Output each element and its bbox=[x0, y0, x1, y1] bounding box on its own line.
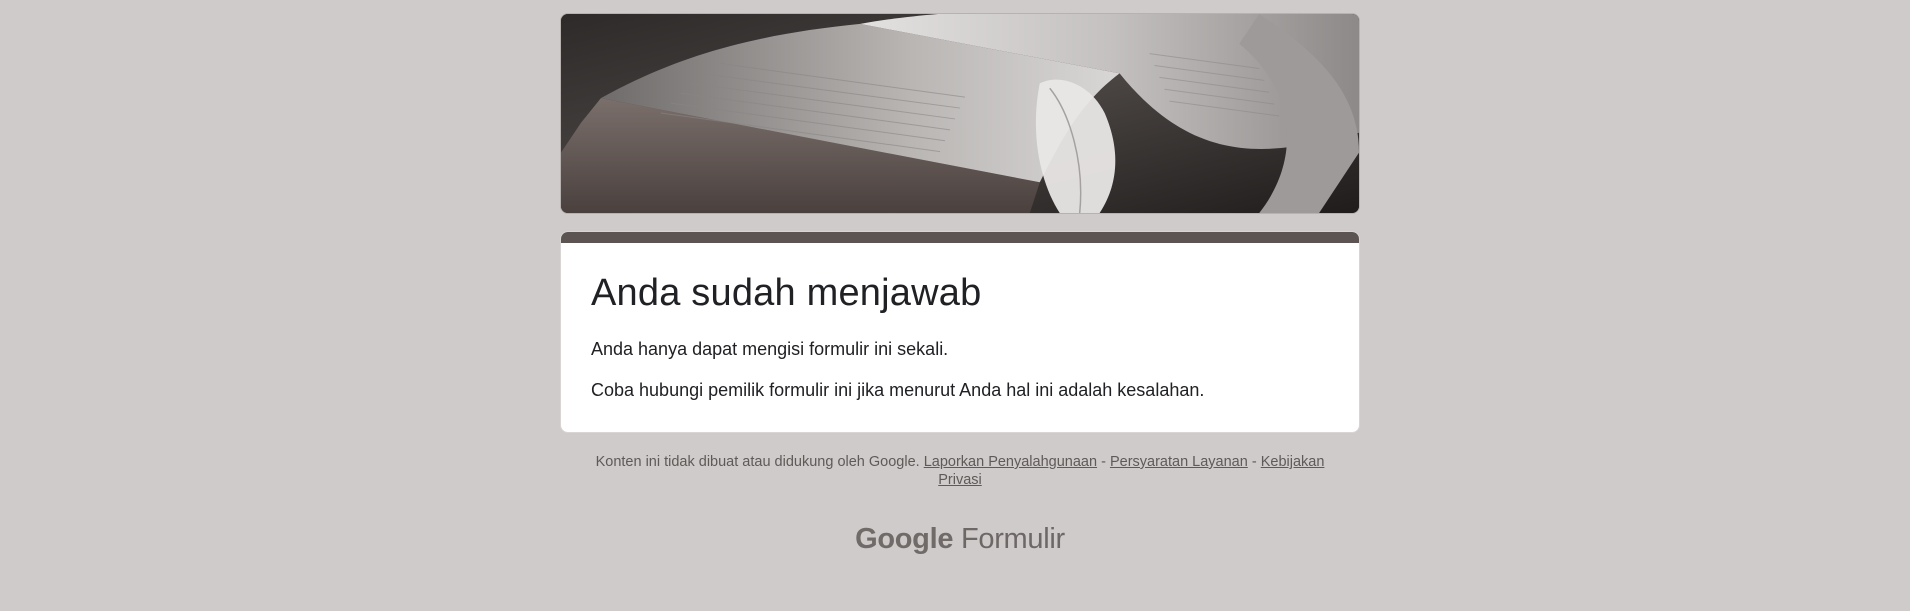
product-name: Formulir bbox=[960, 523, 1065, 555]
header-image bbox=[560, 13, 1360, 214]
card-accent-bar bbox=[561, 232, 1359, 243]
report-abuse-link[interactable]: Laporkan Penyalahgunaan bbox=[924, 454, 1097, 470]
card-body: Anda sudah menjawab Anda hanya dapat men… bbox=[561, 243, 1359, 432]
form-container: Anda sudah menjawab Anda hanya dapat men… bbox=[560, 13, 1360, 556]
footer-separator: - bbox=[1101, 454, 1106, 470]
google-forms-logo[interactable]: Google Formulir bbox=[560, 522, 1360, 556]
confirmation-card: Anda sudah menjawab Anda hanya dapat men… bbox=[560, 231, 1360, 433]
message-once: Anda hanya dapat mengisi formulir ini se… bbox=[591, 339, 949, 359]
footer: Konten ini tidak dibuat atau didukung ol… bbox=[560, 453, 1360, 489]
footer-disclaimer: Konten ini tidak dibuat atau didukung ol… bbox=[595, 454, 920, 470]
page-title: Anda sudah menjawab bbox=[591, 272, 982, 314]
terms-link[interactable]: Persyaratan Layanan bbox=[1110, 454, 1248, 470]
footer-separator: - bbox=[1251, 454, 1257, 470]
google-wordmark: Google bbox=[855, 523, 954, 555]
message-contact-owner: Coba hubungi pemilik formulir ini jika m… bbox=[591, 380, 1205, 400]
book-feather-image bbox=[561, 14, 1359, 213]
